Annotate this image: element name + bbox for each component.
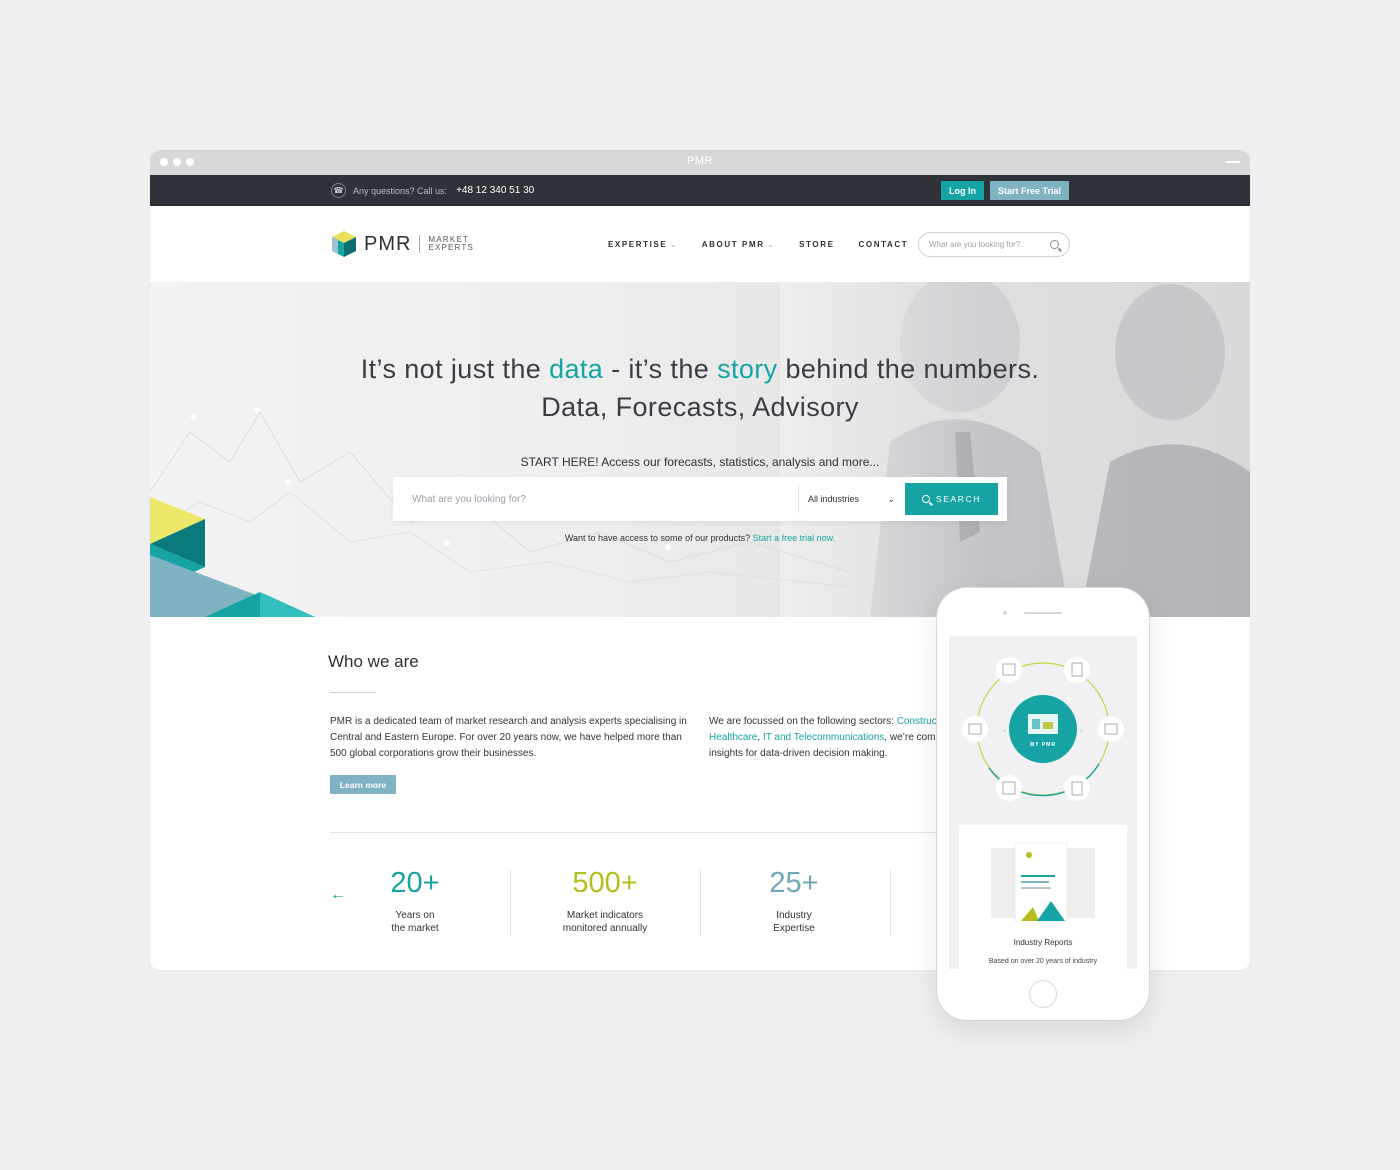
- stat-label-line: Market indicators: [566, 910, 644, 921]
- learn-more-button[interactable]: Learn more: [330, 775, 396, 794]
- phone-camera: [1003, 611, 1007, 615]
- stat-label: Market indicators monitored annually: [510, 909, 700, 935]
- hero-search-bar: What are you looking for? All industries…: [393, 477, 1007, 521]
- stat-indicators: 500+ Market indicators monitored annually: [510, 866, 700, 935]
- healthcare-link[interactable]: Healthcare: [709, 732, 757, 743]
- it-telecom-link[interactable]: IT and Telecommunications: [763, 732, 884, 743]
- industry-select[interactable]: All industries ⌄: [798, 485, 905, 513]
- headline-line2: Data, Forecasts, Advisory: [541, 392, 859, 422]
- phone-icon: ☎: [331, 183, 346, 198]
- hero-background-photo: [780, 282, 1250, 617]
- contact-info: ☎ Any questions? Call us: +48 12 340 51 …: [331, 183, 534, 198]
- stat-label: Industry Expertise: [699, 909, 889, 935]
- my-pmr-label: MY PMR: [1030, 742, 1056, 748]
- stat-years: 20+ Years on the market: [320, 866, 510, 935]
- start-here-text: START HERE! Access our forecasts, statis…: [520, 455, 880, 469]
- stat-divider: [890, 870, 891, 936]
- logo-tagline: MARKET EXPERTS: [428, 236, 474, 252]
- nav-contact[interactable]: CONTACT: [859, 240, 909, 249]
- stat-industries: 25+ Industry Expertise: [699, 866, 889, 935]
- start-trial-link[interactable]: Start a free trial now.: [753, 533, 836, 543]
- industry-reports-card[interactable]: Industry Reports Based on over 20 years …: [959, 825, 1127, 969]
- phone-screen: ‹ › MY PMR Industry Reports Based on ove…: [949, 636, 1137, 969]
- trial-text: Want to have access to some of our produ…: [564, 533, 753, 543]
- chevron-down-icon: ⌄: [670, 241, 678, 249]
- chevron-down-icon: ⌄: [887, 493, 895, 504]
- reports-illustration: [991, 842, 1095, 922]
- question-text: Any questions? Call us:: [353, 185, 448, 196]
- headline-part: It’s not just the: [360, 354, 550, 384]
- headline-part: behind the numbers.: [777, 354, 1040, 384]
- pmr-logo[interactable]: PMR MARKET EXPERTS: [330, 229, 474, 259]
- my-pmr-diagram: ‹ ›: [962, 657, 1124, 801]
- svg-text:›: ›: [1080, 727, 1083, 735]
- sectors-text: We are focussed on the following sectors…: [709, 716, 897, 727]
- stat-label-line: Expertise: [773, 923, 815, 934]
- headline-part: - it’s the: [603, 354, 718, 384]
- hero-section: It’s not just the data - it’s the story …: [150, 282, 1250, 617]
- headline-accent-data: data: [549, 354, 604, 384]
- hero-headline: It’s not just the data - it’s the story …: [150, 350, 1250, 426]
- who-we-are-heading: Who we are: [328, 652, 419, 671]
- stat-label-line: the market: [391, 923, 439, 934]
- nav-store[interactable]: STORE: [799, 240, 834, 249]
- stat-label-line: monitored annually: [562, 923, 648, 934]
- nav-label: ABOUT PMR: [701, 240, 765, 249]
- logo-sub-2: EXPERTS: [428, 243, 475, 252]
- main-nav: EXPERTISE ⌄ ABOUT PMR ⌄ STORE CONTACT: [608, 240, 908, 249]
- heading-divider: [330, 692, 376, 693]
- start-free-trial-button[interactable]: Start Free Trial: [990, 181, 1069, 200]
- stat-value: 20+: [390, 867, 440, 899]
- minimize-icon[interactable]: [1226, 161, 1240, 163]
- stat-label-line: Industry: [776, 910, 812, 921]
- logo-separator: [419, 235, 421, 253]
- nav-label: STORE: [799, 240, 835, 249]
- stat-label: Years on the market: [320, 909, 510, 935]
- stats-divider: [330, 832, 950, 833]
- sectors-text: , we’re comm: [884, 732, 939, 743]
- search-icon[interactable]: [1050, 240, 1059, 249]
- hero-search-input[interactable]: What are you looking for?: [393, 494, 798, 505]
- window-title: PMR: [687, 155, 713, 167]
- hero-search-button[interactable]: SEARCH: [905, 483, 998, 515]
- nav-about-pmr[interactable]: ABOUT PMR ⌄: [702, 240, 775, 249]
- header-search-input[interactable]: What are you looking for?: [918, 232, 1070, 257]
- headline-accent-story: story: [717, 354, 778, 384]
- card-subtitle: Based on over 20 years of industry: [988, 958, 1098, 965]
- nav-expertise[interactable]: EXPERTISE ⌄: [608, 240, 678, 249]
- chevron-down-icon: ⌄: [767, 241, 776, 249]
- svg-text:‹: ‹: [1003, 727, 1006, 735]
- logo-text: PMR: [364, 232, 412, 255]
- sectors-text: insights for data-driven decision making…: [709, 748, 888, 759]
- decorative-triangles: [150, 497, 315, 617]
- industry-select-value: All industries: [808, 494, 860, 504]
- nav-label: EXPERTISE: [608, 240, 668, 249]
- search-icon: [921, 495, 930, 503]
- search-placeholder: What are you looking for?: [929, 240, 1021, 249]
- stat-value: 500+: [572, 867, 638, 899]
- stat-label-line: Years on: [395, 910, 435, 921]
- trial-prompt: Want to have access to some of our produ…: [150, 533, 1250, 543]
- login-button[interactable]: Log In: [941, 181, 984, 200]
- phone-mockup: ‹ › MY PMR Industry Reports Based on ove…: [937, 588, 1149, 1020]
- stat-value: 25+: [769, 867, 819, 899]
- who-paragraph: PMR is a dedicated team of market resear…: [330, 716, 687, 759]
- construction-link[interactable]: Construc: [897, 716, 937, 727]
- cube-logo-icon: [332, 231, 356, 257]
- card-title: Industry Reports: [1013, 938, 1073, 947]
- site-header: PMR MARKET EXPERTS EXPERTISE ⌄ ABOUT PMR ⌄…: [150, 206, 1250, 282]
- home-button[interactable]: [1029, 980, 1057, 1008]
- utility-bar: ☎ Any questions? Call us: +48 12 340 51 …: [150, 175, 1250, 206]
- sectors-paragraph: We are focussed on the following sectors…: [709, 714, 939, 762]
- nav-label: CONTACT: [858, 240, 909, 249]
- phone-number[interactable]: +48 12 340 51 30: [456, 185, 534, 196]
- search-button-label: SEARCH: [935, 494, 982, 504]
- phone-speaker: [1024, 612, 1062, 614]
- browser-titlebar: PMR: [150, 150, 1250, 175]
